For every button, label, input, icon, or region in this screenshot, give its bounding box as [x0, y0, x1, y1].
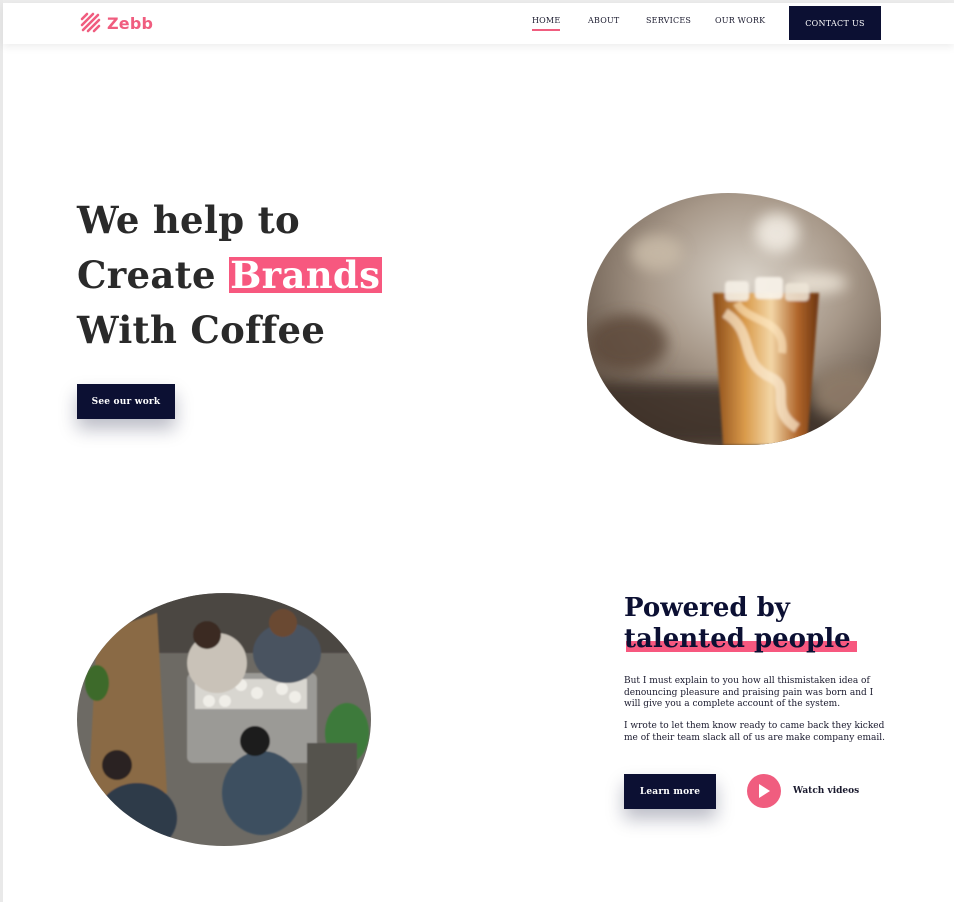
contact-us-button[interactable]: CONTACT US [789, 6, 881, 40]
learn-more-button[interactable]: Learn more [624, 774, 716, 809]
nav-services[interactable]: SERVICES [646, 16, 691, 25]
iced-coffee-photo [587, 193, 881, 445]
iced-coffee-image [587, 193, 881, 445]
brand-name: Zebb [107, 13, 154, 33]
powered-title-line-1: Powered by [624, 593, 790, 623]
see-our-work-button[interactable]: See our work [77, 384, 175, 419]
hero-title-highlight: Brands [229, 253, 383, 297]
watch-videos-label: Watch videos [793, 786, 860, 796]
play-icon[interactable] [747, 774, 781, 808]
powered-title-line-2-wrap: talented people [624, 624, 857, 655]
powered-title: Powered by talented people [624, 593, 857, 655]
hero-title: We help to Create Brands With Coffee [77, 193, 383, 358]
watch-videos-button[interactable]: Watch videos [747, 774, 859, 808]
about-paragraph-1: But I must explain to you how all thismi… [624, 676, 874, 709]
baristas-photo [77, 593, 371, 846]
nav-about[interactable]: ABOUT [588, 16, 619, 25]
powered-title-highlight: talented people [624, 624, 857, 654]
hero-title-line-3: With Coffee [77, 308, 326, 352]
page-frame-left [0, 0, 3, 902]
logo[interactable]: Zebb [80, 12, 153, 34]
nav-home[interactable]: HOME [532, 16, 561, 31]
hero-title-line-2: Create Brands [77, 248, 383, 303]
about-paragraph-2: I wrote to let them know ready to came b… [624, 721, 886, 743]
baristas-image [77, 593, 371, 846]
play-triangle [759, 784, 770, 798]
hero-title-line-1: We help to [77, 198, 300, 242]
hero-title-create: Create [77, 253, 216, 297]
nav-our-work[interactable]: OUR WORK [715, 16, 765, 25]
stripes-logo-icon [80, 12, 101, 33]
navbar: Zebb HOME ABOUT SERVICES OUR WORK CONTAC… [3, 3, 954, 44]
